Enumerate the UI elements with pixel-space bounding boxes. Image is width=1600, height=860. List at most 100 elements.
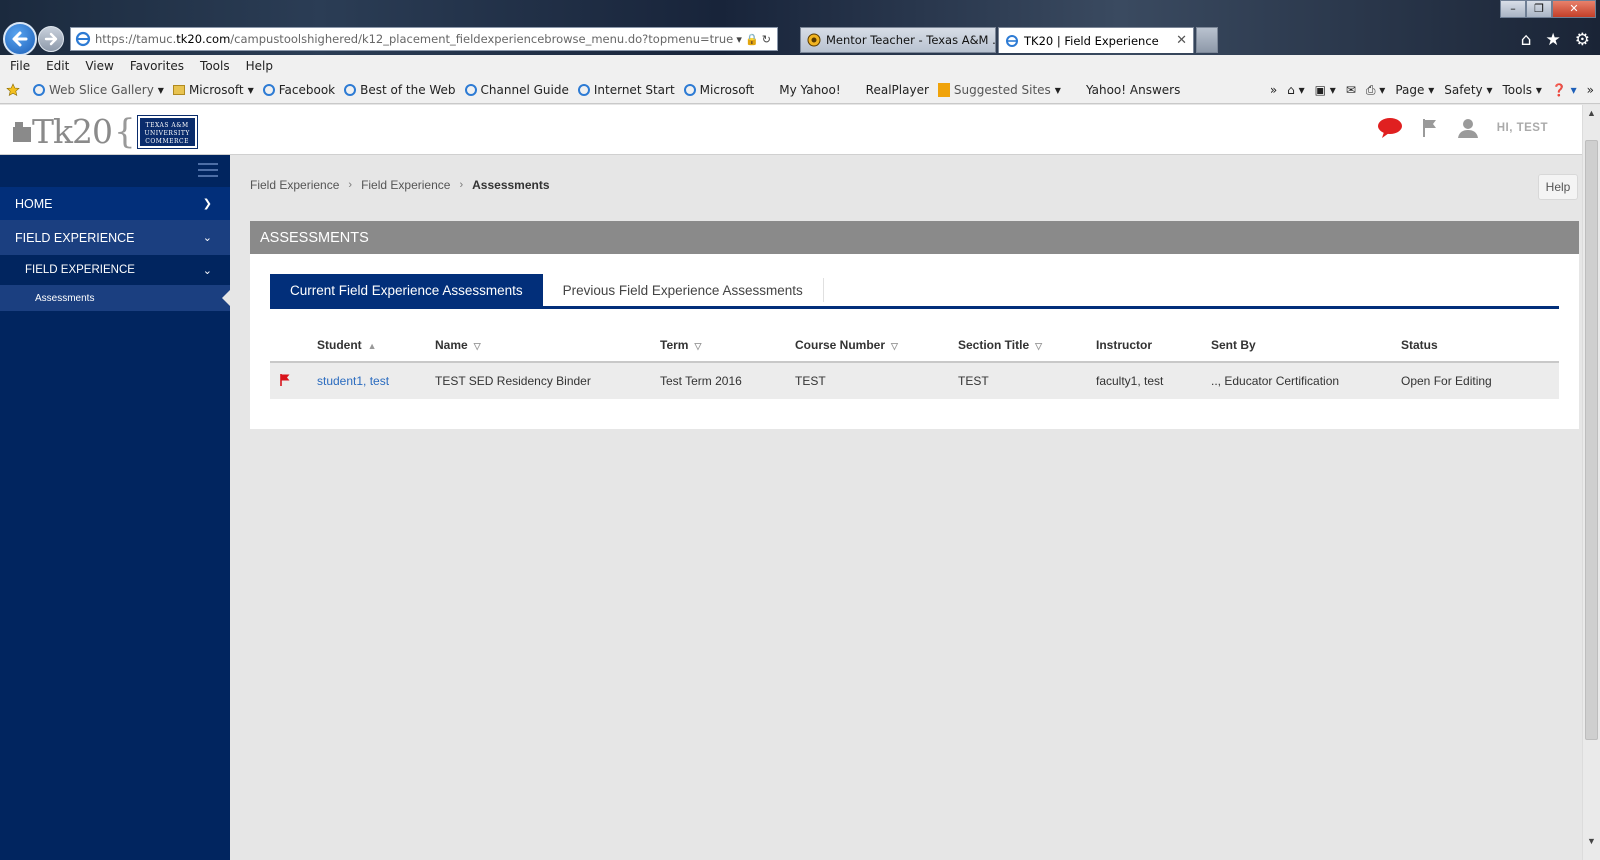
sidebar-item-assessments[interactable]: Assessments	[0, 285, 230, 311]
fav-label: Web Slice Gallery	[49, 83, 154, 97]
chat-bubble-icon[interactable]	[1377, 117, 1403, 139]
browser-toolbar-icons: ⌂ ★ ⚙	[1521, 30, 1590, 50]
favorites-star-icon	[6, 83, 20, 97]
scrollbar-thumb[interactable]	[1585, 140, 1598, 740]
menu-tools[interactable]: Tools	[200, 59, 230, 73]
table-row[interactable]: student1, test TEST SED Residency Binder…	[270, 362, 1559, 399]
window-controls: – ❐ ✕	[1500, 0, 1596, 18]
minimize-button[interactable]: –	[1500, 0, 1526, 18]
ie-page-icon	[1006, 34, 1018, 47]
more-chevrons-icon[interactable]: »	[1270, 83, 1277, 97]
menu-view[interactable]: View	[85, 59, 113, 73]
breadcrumb-link[interactable]: Field Experience	[250, 178, 339, 192]
fav-facebook[interactable]: Facebook	[262, 83, 335, 97]
menu-edit[interactable]: Edit	[46, 59, 69, 73]
tools-menu[interactable]: Tools ▾	[1502, 83, 1541, 97]
scroll-down-arrow-icon[interactable]: ▼	[1583, 833, 1600, 850]
flag-icon[interactable]	[1421, 118, 1439, 138]
lock-icon[interactable]: 🔒	[745, 34, 759, 46]
add-favorite-button[interactable]	[6, 83, 24, 97]
home-icon[interactable]: ⌂ ▾	[1287, 83, 1304, 97]
site-favicon-icon	[807, 33, 821, 47]
fav-realplayer[interactable]: RealPlayer	[866, 83, 929, 97]
fav-label: Microsoft	[188, 83, 244, 97]
back-arrow-icon	[12, 31, 28, 47]
tab-previous-assessments[interactable]: Previous Field Experience Assessments	[543, 278, 824, 302]
fav-suggested-sites[interactable]: Suggested Sites ▼	[937, 83, 1061, 97]
column-label: Section Title	[958, 338, 1030, 352]
help-button[interactable]: Help	[1538, 174, 1578, 200]
column-label: Name	[435, 338, 468, 352]
cell-sent-by: .., Educator Certification	[1211, 362, 1401, 399]
menu-favorites[interactable]: Favorites	[130, 59, 184, 73]
cell-section-title: TEST	[958, 362, 1096, 399]
tk20-logo[interactable]: Tk20 { TEXAS A&M UNIVERSITY COMMERCE	[12, 112, 198, 152]
column-header-course-number[interactable]: Course Number ▽	[795, 329, 958, 363]
rss-feed-icon[interactable]: ▣ ▾	[1315, 83, 1336, 97]
column-label: Student	[317, 338, 362, 352]
print-icon[interactable]: ⎙ ▾	[1366, 83, 1385, 98]
column-label: Sent By	[1211, 338, 1256, 352]
fav-label: Yahoo! Answers	[1085, 83, 1181, 97]
ie-page-icon	[344, 84, 357, 96]
url-prefix: https://tamuc.	[95, 32, 177, 46]
ie-page-icon	[577, 84, 590, 96]
address-bar-icons: ▾ 🔒 ↻	[736, 33, 777, 46]
back-button[interactable]	[3, 22, 37, 56]
sidebar-item-field-experience[interactable]: FIELD EXPERIENCE ⌄	[0, 220, 230, 255]
browser-tab-mentor[interactable]: Mentor Teacher - Texas A&M ...	[800, 27, 996, 53]
dropdown-icon[interactable]: ▾	[736, 34, 742, 46]
fav-internet-start[interactable]: Internet Start	[577, 83, 675, 97]
ie-page-icon	[33, 84, 45, 96]
scroll-up-arrow-icon[interactable]: ▲	[1583, 105, 1600, 122]
close-window-button[interactable]: ✕	[1552, 0, 1596, 18]
menu-file[interactable]: File	[10, 59, 30, 73]
fav-microsoft[interactable]: Microsoft	[683, 83, 754, 97]
close-tab-icon[interactable]: ✕	[1176, 33, 1187, 48]
fav-best-of-the-web[interactable]: Best of the Web	[344, 83, 456, 97]
favorites-star-icon[interactable]: ★	[1546, 30, 1561, 50]
vertical-scrollbar[interactable]: ▲ ▼	[1582, 105, 1600, 860]
breadcrumb-link[interactable]: Field Experience	[361, 178, 450, 192]
column-label: Status	[1401, 338, 1438, 352]
refresh-icon[interactable]: ↻	[762, 34, 771, 46]
fav-yahoo-answers[interactable]: Yahoo! Answers	[1086, 83, 1180, 97]
address-bar[interactable]: https://tamuc.tk20.com/campustoolshigher…	[70, 27, 778, 51]
row-flag-cell[interactable]	[270, 362, 317, 399]
help-circle-icon[interactable]: ❓ ▾	[1552, 83, 1577, 97]
chevron-down-icon: ▼	[247, 85, 254, 95]
safety-menu[interactable]: Safety ▾	[1444, 83, 1492, 97]
student-link[interactable]: student1, test	[317, 374, 389, 388]
user-greeting[interactable]: HI, TEST	[1497, 122, 1548, 134]
tab-current-assessments[interactable]: Current Field Experience Assessments	[270, 274, 543, 306]
forward-button[interactable]	[38, 26, 64, 52]
column-header-section-title[interactable]: Section Title ▽	[958, 329, 1096, 363]
fav-web-slice-gallery[interactable]: Web Slice Gallery ▼	[33, 83, 164, 97]
column-header-status: Status	[1401, 329, 1559, 363]
column-header-term[interactable]: Term ▽	[660, 329, 795, 363]
fav-channel-guide[interactable]: Channel Guide	[464, 83, 569, 97]
fav-microsoft-folder[interactable]: Microsoft ▼	[172, 83, 254, 97]
user-avatar-icon[interactable]	[1457, 117, 1479, 139]
gear-icon[interactable]: ⚙	[1575, 30, 1590, 50]
new-tab-button[interactable]	[1196, 27, 1218, 53]
home-icon[interactable]: ⌂	[1521, 30, 1532, 50]
fav-my-yahoo[interactable]: My Yahoo!	[779, 83, 840, 97]
column-header-student[interactable]: Student ▲	[317, 329, 435, 363]
chevron-down-icon: ⌄	[202, 263, 212, 277]
restore-button[interactable]: ❐	[1526, 0, 1552, 18]
assessments-panel: Current Field Experience Assessments Pre…	[250, 254, 1579, 429]
read-mail-icon[interactable]: ✉	[1346, 83, 1356, 97]
sort-desc-icon: ▽	[694, 341, 702, 351]
browser-tab-tk20[interactable]: TK20 | Field Experience ✕	[998, 27, 1194, 53]
hamburger-menu-icon[interactable]	[198, 163, 218, 181]
cell-student: student1, test	[317, 362, 435, 399]
more-chevrons-icon[interactable]: »	[1587, 83, 1594, 97]
column-header-name[interactable]: Name ▽	[435, 329, 660, 363]
sidebar-item-home[interactable]: HOME ❯	[0, 187, 230, 220]
menu-help[interactable]: Help	[246, 59, 273, 73]
table-header-row: Student ▲ Name ▽ Term ▽ Course Number ▽ Sect…	[270, 329, 1559, 363]
page-menu[interactable]: Page ▾	[1395, 83, 1434, 97]
forward-arrow-icon	[44, 32, 58, 46]
sidebar-subitem-field-experience[interactable]: FIELD EXPERIENCE ⌄	[0, 255, 230, 285]
